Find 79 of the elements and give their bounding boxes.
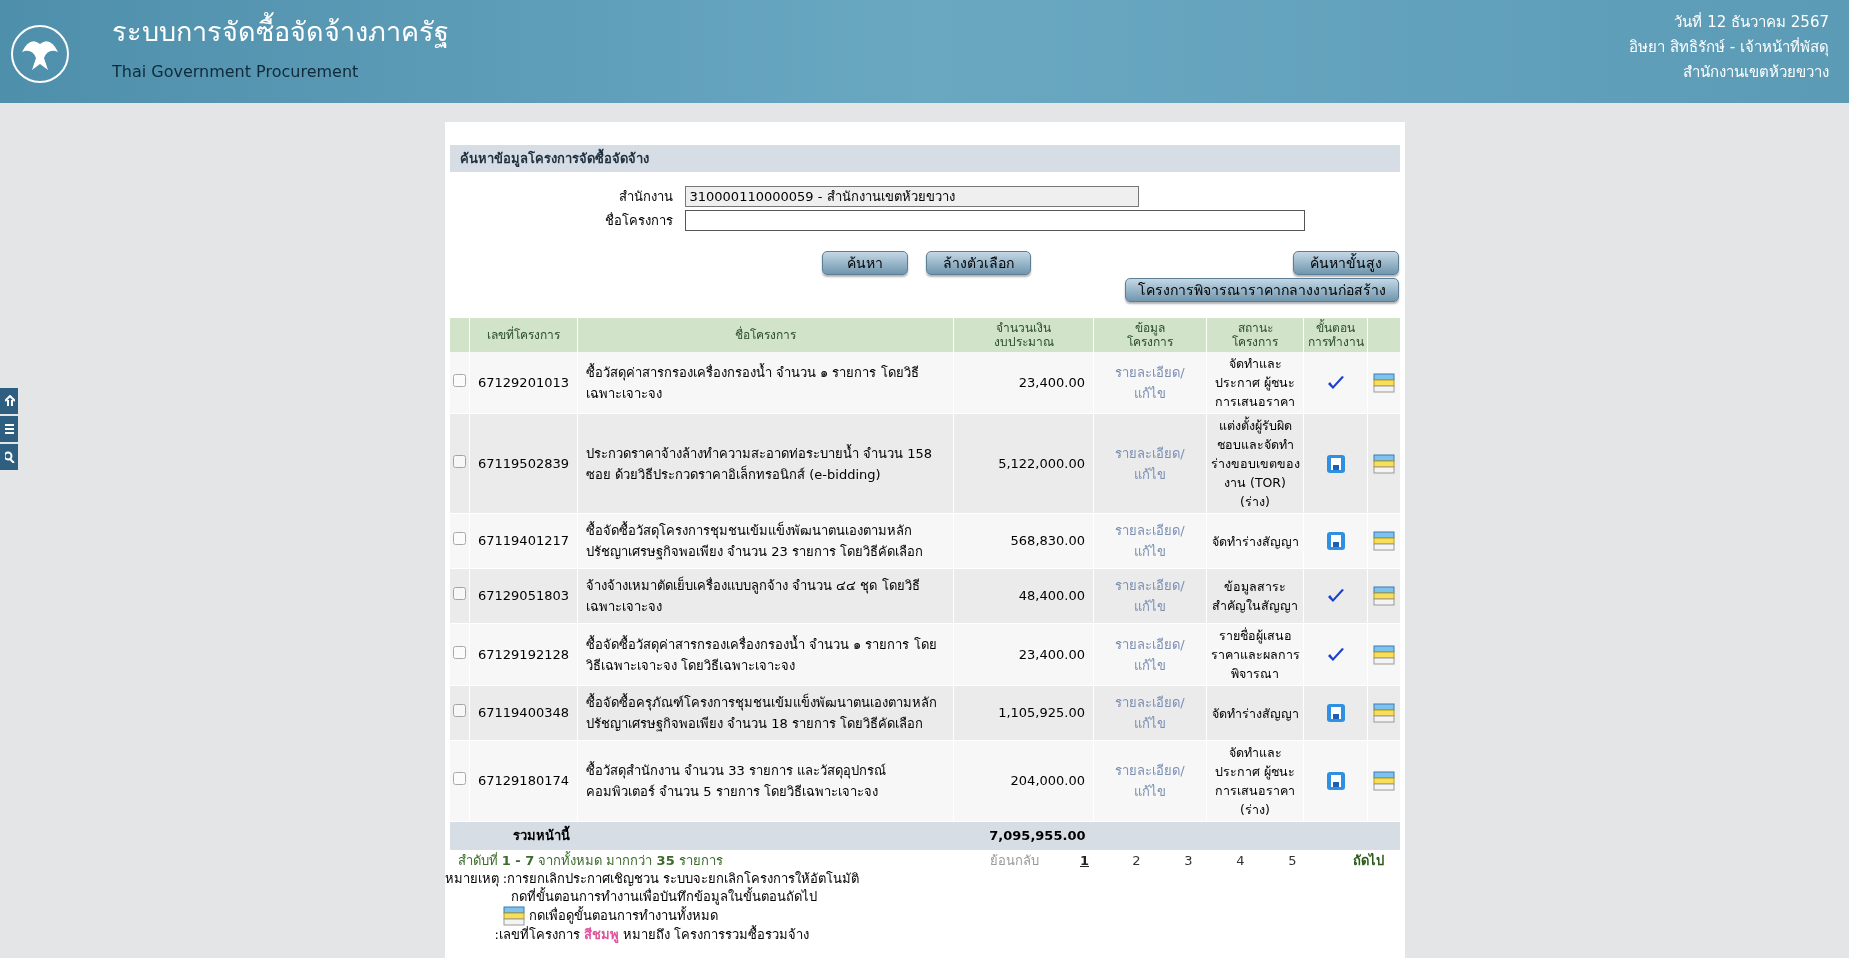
project-name: ซื้อวัสดุสำนักงาน จำนวน 33 รายการ และวัสดุอุปกรณ์คอมพิวเตอร์ จำนวน 5 รายการ โดยวิธีเฉพาะเจาะจง — [586, 763, 887, 799]
stacked-bars-icon[interactable] — [1372, 531, 1395, 551]
note-text: การยกเลิกประกาศเชิญชวน ระบบจะยกเลิกโครงการให้อัตโนมัติ — [507, 869, 860, 886]
row-checkbox[interactable] — [452, 645, 466, 659]
row-checkbox[interactable] — [452, 454, 466, 468]
project-number: 67119502839 — [478, 455, 569, 471]
note-text: กดเพื่อดูขั้นตอนการทำงานทั้งหมด — [528, 906, 718, 925]
budget-amount: 23,400.00 — [1018, 646, 1085, 662]
project-number: 67129192128 — [478, 646, 569, 662]
page-link[interactable]: 3 — [1162, 850, 1215, 871]
checkmark-icon[interactable] — [1326, 374, 1345, 391]
page-link[interactable]: 2 — [1110, 850, 1163, 871]
search-icon — [5, 451, 15, 463]
row-checkbox[interactable] — [452, 587, 466, 601]
stacked-bars-icon[interactable] — [502, 905, 525, 926]
text-field[interactable] — [684, 210, 1305, 231]
project-status: แต่งตั้งผู้รับผิด ชอบและจัดทำ ร่างขอบเขตของ งาน (TOR) (ร่าง) — [1210, 418, 1300, 509]
search-button[interactable]: ล้างตัวเลือก — [925, 251, 1031, 275]
search-button[interactable]: ค้นหา — [821, 251, 908, 275]
project-number: 67129051803 — [478, 588, 569, 604]
project-name: ซื้อวัสดุค่าสารกรองเครื่องกรองน้ำ จำนวน ๑ รายการ โดยวิธีเฉพาะเจาะจง — [586, 364, 919, 401]
field-label: ชื่อโครงการ — [603, 211, 674, 230]
checkmark-icon[interactable] — [1326, 646, 1345, 663]
row-checkbox[interactable] — [452, 772, 466, 786]
project-name: ซื้อจัดซื้อวัสดุโครงการชุมชนเข้มแข็งพัฒนาตนเองตามหลักปรัชญาเศรษฐกิจพอเพียง จำนวน 23 รายการ โดยวิธีคัดเลือก — [586, 523, 924, 559]
date-text: วันที่ 12 ธันวาคม 2567 — [1674, 11, 1829, 33]
user-text: อิษยา สิทธิรักษ์ - เจ้าหน้าที่พัสดุ — [1629, 36, 1829, 59]
stacked-bars-icon[interactable] — [1372, 644, 1395, 665]
project-name: จ้างจ้างเหมาตัดเย็บเครื่องแบบลูกจ้าง จำนวน ๔๔ ชุด โดยวิธีเฉพาะเจาะจง — [586, 578, 920, 614]
row-checkbox[interactable] — [452, 704, 466, 718]
stacked-bars-icon[interactable] — [1372, 771, 1395, 791]
project-status: รายชื่อผู้เสนอ ราคาและผลการ พิจารณา — [1210, 628, 1300, 681]
project-status: จัดทำและ ประกาศ ผู้ชนะ การเสนอราคา (ร่าง) — [1215, 745, 1295, 817]
project-status: ข้อมูลสาระ สำคัญในสัญญา — [1212, 579, 1298, 613]
note-text: กดที่ขั้นตอนการทำงานเพื่อบันทึกข้อมูลในขั้นตอนถัดไป — [510, 887, 1400, 906]
total-amount: 7,095,955.00 — [953, 821, 1094, 850]
stacked-bars-icon[interactable] — [1372, 372, 1395, 393]
page-link[interactable]: 5 — [1266, 850, 1319, 871]
section-title: ค้นหาข้อมูลโครงการจัดซื้อจัดจ้าง — [459, 148, 649, 169]
budget-amount: 48,400.00 — [1018, 588, 1085, 604]
total-label: รวมหน้านี้ — [449, 821, 578, 850]
budget-amount: 568,830.00 — [1010, 533, 1085, 549]
next-link[interactable]: ถัดไป — [1352, 850, 1384, 871]
row-checkbox[interactable] — [452, 373, 466, 387]
app-title: ระบบการจัดซื้อจัดจ้างภาครัฐ — [112, 10, 449, 54]
construction-price-button[interactable]: โครงการพิจารณาราคากลางงานก่อสร้าง — [1124, 278, 1399, 302]
home-icon — [5, 395, 15, 407]
budget-amount: 1,105,925.00 — [998, 705, 1085, 721]
project-name: ประกวดราคาจ้างล้างทำความสะอาดท่อระบายน้ำ จำนวน 158 ซอย ด้วยวิธีประกวดราคาอิเล็กทรอนิกส์ (e-bidding) — [586, 445, 933, 482]
row-checkbox[interactable] — [452, 532, 466, 546]
checkmark-icon[interactable] — [1326, 588, 1345, 604]
advanced-search-button[interactable]: ค้นหาขั้นสูง — [1292, 251, 1399, 275]
budget-amount: 204,000.00 — [1010, 773, 1085, 789]
side-tab[interactable] — [0, 388, 18, 414]
office-text: สำนักงานเขตห้วยขวาง — [1683, 62, 1829, 83]
project-number: 67119401217 — [478, 533, 569, 549]
budget-amount: 23,400.00 — [1018, 374, 1085, 390]
project-status: จัดทำร่างสัญญา — [1211, 533, 1299, 549]
menu-icon — [5, 423, 15, 435]
project-number: 67129201013 — [478, 374, 569, 390]
field-label: สำนักงาน — [617, 187, 674, 206]
stacked-bars-icon[interactable] — [1372, 703, 1395, 723]
project-status: จัดทำและ ประกาศ ผู้ชนะ การเสนอราคา — [1215, 356, 1295, 409]
project-status: จัดทำร่างสัญญา — [1211, 705, 1299, 721]
note-text: :เลขที่โครงการ สีชมพู หมายถึง โครงการรวมซื้อรวมจ้าง — [494, 925, 811, 944]
project-name: ซื้อจัดซื้อครุภัณฑ์โครงการชุมชนเข้มแข็งพัฒนาตนเองตามหลักปรัชญาเศรษฐกิจพอเพียง จำนวน 18 รายการ โดยวิธีคัดเลือก — [586, 695, 937, 731]
stacked-bars-icon[interactable] — [1372, 453, 1395, 474]
project-number: 67119400348 — [478, 705, 569, 721]
page-link[interactable]: 1 — [1058, 850, 1111, 871]
project-number: 67129180174 — [478, 773, 569, 789]
note-label: หมายเหตุ : — [444, 869, 507, 888]
app-subtitle: Thai Government Procurement — [112, 61, 360, 83]
result-summary: สำดับที่ 1 - 7 จากทั้งหมด มากกว่า 35 รายการ — [457, 850, 724, 870]
stacked-bars-icon[interactable] — [1372, 586, 1395, 606]
side-tab[interactable] — [0, 416, 18, 442]
budget-amount: 5,122,000.00 — [998, 455, 1085, 471]
page-link[interactable]: 4 — [1214, 850, 1267, 871]
project-name: ซื้อจัดซื้อวัสดุค่าสารกรองเครื่องกรองน้ำ จำนวน ๑ รายการ โดยวิธีเฉพาะเจาะจง โดยวิธีเฉพาะเจาะจง — [586, 636, 937, 673]
side-tab[interactable] — [0, 444, 18, 470]
